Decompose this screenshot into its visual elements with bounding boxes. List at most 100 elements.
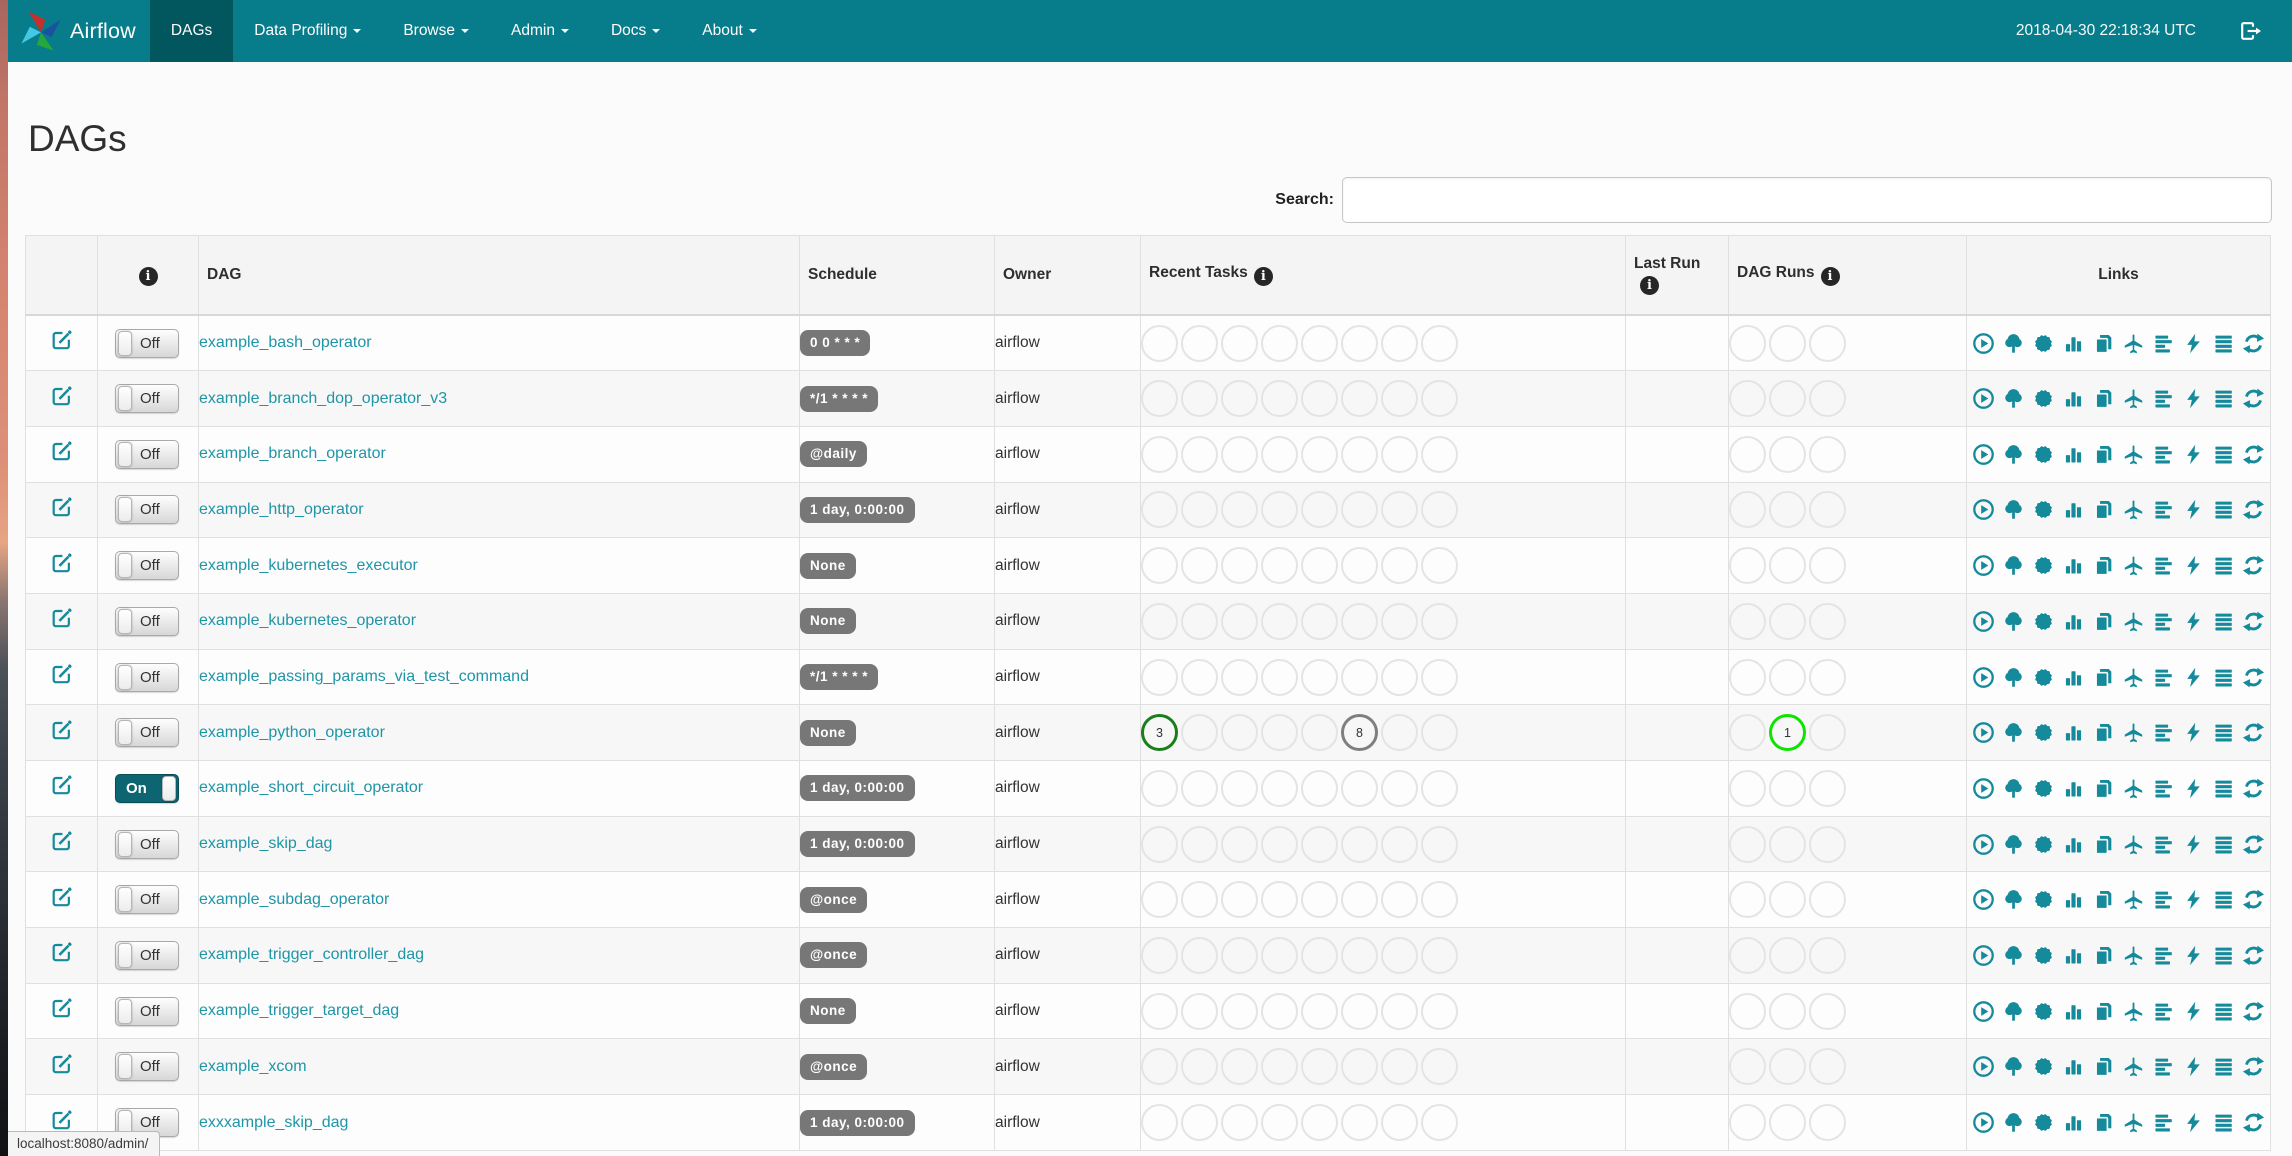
code-icon[interactable] [2182,610,2205,633]
dag-run-circle[interactable] [1769,380,1806,418]
dag-link[interactable]: example_skip_dag [199,835,332,852]
trigger-dag-icon[interactable] [1972,888,1995,911]
task-state-circle[interactable] [1381,602,1418,640]
task-state-circle[interactable]: 3 [1141,714,1178,752]
task-state-circle[interactable] [1381,881,1418,919]
task-state-circle[interactable] [1301,714,1338,752]
code-icon[interactable] [2182,332,2205,355]
dag-run-circle[interactable] [1729,491,1766,529]
task-state-circle[interactable] [1181,1104,1218,1142]
task-duration-icon[interactable] [2062,610,2085,633]
tree-view-icon[interactable] [2002,666,2025,689]
task-state-circle[interactable] [1421,547,1458,585]
logs-icon[interactable] [2212,1055,2235,1078]
task-tries-icon[interactable] [2092,1055,2115,1078]
dag-run-circle[interactable] [1769,825,1806,863]
task-duration-icon[interactable] [2062,1000,2085,1023]
logs-icon[interactable] [2212,1000,2235,1023]
dag-pause-toggle[interactable]: Off [115,606,179,636]
task-state-circle[interactable] [1141,992,1178,1030]
task-state-circle[interactable] [1301,435,1338,473]
task-state-circle[interactable] [1421,825,1458,863]
task-state-circle[interactable] [1301,547,1338,585]
landing-times-icon[interactable] [2122,1000,2145,1023]
edit-dag-icon[interactable] [50,1109,73,1132]
task-state-circle[interactable] [1301,602,1338,640]
dag-pause-toggle[interactable]: Off [115,1052,179,1082]
refresh-icon[interactable] [2242,888,2265,911]
logs-icon[interactable] [2212,332,2235,355]
refresh-icon[interactable] [2242,332,2265,355]
landing-times-icon[interactable] [2122,332,2145,355]
airflow-brand[interactable]: Airflow [8,0,150,62]
dag-run-circle[interactable] [1729,825,1766,863]
gantt-icon[interactable] [2152,944,2175,967]
dag-pause-toggle[interactable]: Off [115,885,179,915]
task-tries-icon[interactable] [2092,666,2115,689]
code-icon[interactable] [2182,777,2205,800]
task-tries-icon[interactable] [2092,944,2115,967]
dag-run-circle[interactable] [1729,547,1766,585]
tree-view-icon[interactable] [2002,498,2025,521]
code-icon[interactable] [2182,554,2205,577]
landing-times-icon[interactable] [2122,888,2145,911]
task-state-circle[interactable] [1421,1048,1458,1086]
task-tries-icon[interactable] [2092,1000,2115,1023]
trigger-dag-icon[interactable] [1972,332,1995,355]
refresh-icon[interactable] [2242,498,2265,521]
dag-link[interactable]: example_http_operator [199,501,364,518]
edit-dag-icon[interactable] [50,385,73,408]
logs-icon[interactable] [2212,944,2235,967]
gantt-icon[interactable] [2152,666,2175,689]
task-state-circle[interactable] [1141,602,1178,640]
code-icon[interactable] [2182,1000,2205,1023]
refresh-icon[interactable] [2242,833,2265,856]
task-state-circle[interactable] [1221,825,1258,863]
task-state-circle[interactable] [1381,1048,1418,1086]
landing-times-icon[interactable] [2122,777,2145,800]
task-state-circle[interactable] [1141,825,1178,863]
gantt-icon[interactable] [2152,332,2175,355]
dag-pause-toggle[interactable]: Off [115,439,179,469]
task-state-circle[interactable] [1301,881,1338,919]
task-state-circle[interactable] [1261,547,1298,585]
logs-icon[interactable] [2212,554,2235,577]
task-tries-icon[interactable] [2092,1111,2115,1134]
task-duration-icon[interactable] [2062,1111,2085,1134]
task-state-circle[interactable] [1181,324,1218,362]
dag-link[interactable]: example_kubernetes_executor [199,557,418,574]
task-state-circle[interactable] [1381,714,1418,752]
dag-run-circle[interactable] [1769,324,1806,362]
task-state-circle[interactable] [1221,1048,1258,1086]
task-duration-icon[interactable] [2062,777,2085,800]
code-icon[interactable] [2182,888,2205,911]
dag-link[interactable]: example_bash_operator [199,334,372,351]
task-state-circle[interactable] [1341,380,1378,418]
edit-dag-icon[interactable] [50,1053,73,1076]
code-icon[interactable] [2182,387,2205,410]
task-state-circle[interactable] [1421,491,1458,529]
graph-view-icon[interactable] [2032,1000,2055,1023]
dag-run-circle[interactable] [1769,936,1806,974]
tree-view-icon[interactable] [2002,888,2025,911]
task-state-circle[interactable] [1181,435,1218,473]
dag-run-circle[interactable] [1809,602,1846,640]
task-state-circle[interactable] [1181,825,1218,863]
task-tries-icon[interactable] [2092,721,2115,744]
dag-link[interactable]: example_branch_operator [199,445,386,462]
logs-icon[interactable] [2212,777,2235,800]
dag-run-circle[interactable] [1729,380,1766,418]
task-state-circle[interactable] [1181,936,1218,974]
gantt-icon[interactable] [2152,888,2175,911]
landing-times-icon[interactable] [2122,666,2145,689]
dag-pause-toggle[interactable]: Off [115,495,179,525]
logs-icon[interactable] [2212,833,2235,856]
code-icon[interactable] [2182,944,2205,967]
landing-times-icon[interactable] [2122,1055,2145,1078]
task-state-circle[interactable] [1341,324,1378,362]
gantt-icon[interactable] [2152,610,2175,633]
task-state-circle[interactable] [1261,714,1298,752]
tree-view-icon[interactable] [2002,332,2025,355]
task-state-circle[interactable] [1301,992,1338,1030]
task-state-circle[interactable] [1381,936,1418,974]
